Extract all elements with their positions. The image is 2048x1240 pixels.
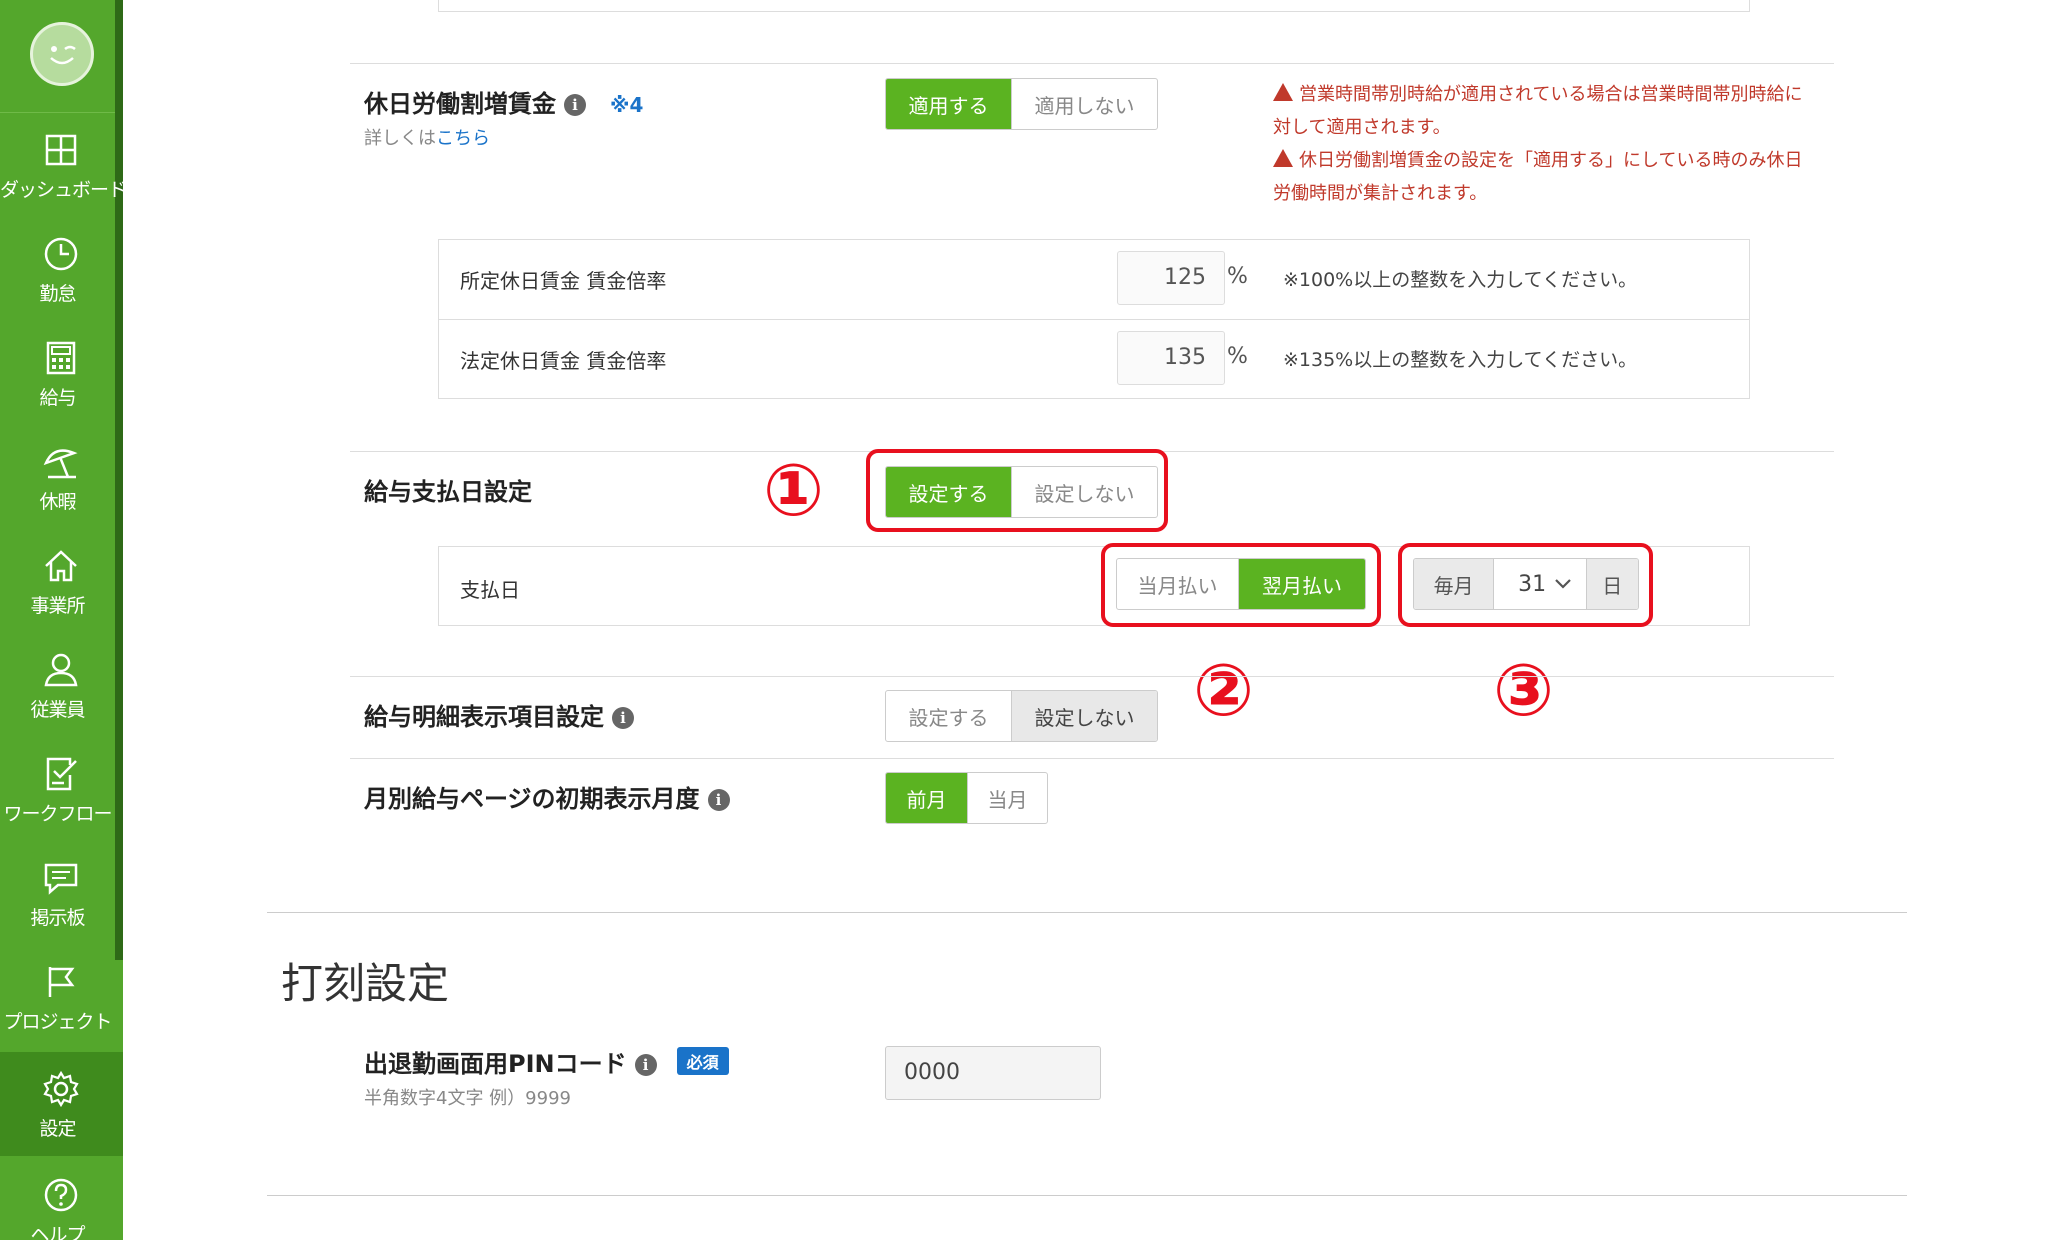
every-month-addon: 毎月 — [1414, 559, 1494, 609]
section-divider — [267, 1195, 1907, 1196]
calculator-icon — [46, 341, 76, 375]
sidebar-item-label: 勤怠 — [39, 283, 76, 305]
sidebar-item-attendance[interactable]: 勤怠 — [0, 217, 115, 321]
payment-timing-toggle: 当月払い 翌月払い — [1116, 558, 1366, 610]
warning-1: 営業時間帯別時給が適用されている場合は営業時間帯別時給に対して適用されます。 — [1273, 83, 1803, 138]
next-month-payment-button[interactable]: 翌月払い — [1238, 559, 1365, 609]
home-icon — [45, 550, 77, 582]
main-content: 休日労働割増賃金 i ※4 詳しくはこちら 適用する 適用しない 営業時間帯別時給が… — [123, 0, 2048, 1240]
warning-2: 休日労働割増賃金の設定を「適用する」にしている時のみ休日労働時間が集計されます。 — [1273, 149, 1803, 204]
legal-holiday-rate-hint: ※135%以上の整数を入力してください。 — [1283, 349, 1638, 371]
percent-unit: % — [1227, 344, 1248, 369]
not-set-button[interactable]: 設定しない — [1011, 691, 1157, 741]
sidebar-item-label: 事業所 — [30, 595, 85, 617]
wage-rate-box — [438, 239, 1750, 399]
sidebar: ダッシュボード 勤怠 給与 休暇 事業所 従業員 ワークフロー 掲示板 プロジェ… — [0, 0, 127, 1240]
annotation-marker-2: ② — [1193, 648, 1254, 732]
detail-text: 詳しくはこちら — [364, 128, 490, 149]
checklist-icon — [46, 757, 77, 791]
sidebar-item-label: 給与 — [39, 387, 76, 409]
payslip-title: 給与明細表示項目設定 i — [364, 697, 634, 732]
scheduled-holiday-rate-hint: ※100%以上の整数を入力してください。 — [1283, 269, 1638, 291]
section-divider — [267, 912, 1907, 913]
sidebar-item-workflow[interactable]: ワークフロー — [0, 737, 115, 841]
current-month-button[interactable]: 当月 — [966, 773, 1047, 823]
message-icon — [44, 863, 78, 895]
legal-holiday-rate-input[interactable]: 135 — [1117, 331, 1225, 385]
warning-icon — [1273, 149, 1293, 167]
sidebar-item-label: 従業員 — [30, 699, 85, 721]
payday-day-group: 毎月 31 日 — [1413, 558, 1639, 610]
payday-row-label: 支払日 — [460, 578, 520, 602]
detail-link[interactable]: こちら — [436, 128, 490, 149]
percent-unit: % — [1227, 264, 1248, 289]
apply-button[interactable]: 適用する — [886, 79, 1012, 129]
info-icon[interactable]: i — [564, 94, 586, 116]
sidebar-item-project[interactable]: プロジェクト — [0, 945, 115, 1049]
divider — [350, 758, 1834, 759]
not-apply-button[interactable]: 適用しない — [1011, 79, 1157, 129]
beach-umbrella-icon — [43, 449, 78, 479]
chevron-down-icon — [1554, 579, 1571, 589]
gear-icon — [43, 1070, 79, 1108]
pin-title: 出退勤画面用PINコード i 必須 — [364, 1044, 729, 1079]
flag-icon — [48, 967, 75, 997]
scheduled-holiday-rate-input[interactable]: 125 — [1117, 251, 1225, 305]
sidebar-item-help[interactable]: ヘルプ — [0, 1158, 115, 1240]
note-link[interactable]: ※4 — [610, 93, 643, 117]
set-button[interactable]: 設定する — [886, 691, 1011, 741]
payday-toggle: 設定する 設定しない — [885, 466, 1158, 518]
not-set-button[interactable]: 設定しない — [1011, 467, 1157, 517]
pin-hint: 半角数字4文字 例）9999 — [364, 1088, 571, 1109]
warning-icon — [1273, 83, 1293, 101]
sidebar-item-leave[interactable]: 休暇 — [0, 425, 115, 529]
sidebar-item-label: 設定 — [39, 1118, 76, 1140]
info-icon[interactable]: i — [707, 789, 730, 811]
sidebar-item-settings[interactable]: 設定 — [0, 1052, 123, 1156]
previous-subbox — [438, 0, 1750, 12]
day-addon: 日 — [1586, 559, 1638, 609]
payday-title: 給与支払日設定 — [364, 478, 532, 506]
info-icon[interactable]: i — [612, 707, 634, 729]
sidebar-item-label: 休暇 — [39, 491, 76, 513]
user-icon — [44, 653, 78, 687]
sidebar-item-payroll[interactable]: 給与 — [0, 321, 115, 425]
payday-day-select[interactable]: 31 — [1493, 559, 1587, 609]
monthly-page-toggle: 前月 当月 — [885, 772, 1048, 824]
sidebar-item-label: プロジェクト — [3, 1011, 112, 1033]
sidebar-item-bulletin[interactable]: 掲示板 — [0, 841, 115, 945]
sidebar-item-label: 掲示板 — [30, 907, 85, 929]
help-icon — [44, 1178, 78, 1212]
monthly-page-title: 月別給与ページの初期表示月度 i — [364, 779, 730, 814]
stamp-section-title: 打刻設定 — [281, 959, 450, 1008]
legal-holiday-rate-label: 法定休日賃金 賃金倍率 — [460, 349, 667, 373]
divider — [350, 63, 1834, 64]
annotation-marker-3: ③ — [1493, 648, 1554, 732]
annotation-marker-1: ① — [763, 448, 824, 532]
required-badge: 必須 — [676, 1047, 729, 1075]
holiday-wage-title: 休日労働割増賃金 i ※4 — [364, 90, 644, 118]
set-button[interactable]: 設定する — [886, 467, 1012, 517]
sidebar-item-label: ダッシュボード — [0, 179, 127, 201]
sidebar-item-dashboard[interactable]: ダッシュボード — [0, 113, 127, 217]
previous-month-button[interactable]: 前月 — [886, 773, 967, 823]
sidebar-item-label: ヘルプ — [30, 1224, 85, 1240]
pin-input[interactable]: 0000 — [885, 1046, 1101, 1100]
dashboard-icon — [45, 134, 77, 166]
divider — [350, 676, 1834, 677]
sidebar-item-office[interactable]: 事業所 — [0, 529, 115, 633]
smile-logo-icon — [50, 45, 76, 65]
holiday-wage-toggle: 適用する 適用しない — [885, 78, 1158, 130]
scheduled-holiday-rate-label: 所定休日賃金 賃金倍率 — [460, 269, 667, 293]
sidebar-item-label: ワークフロー — [3, 803, 112, 825]
sidebar-scrollbar[interactable] — [115, 0, 123, 960]
payslip-toggle: 設定する 設定しない — [885, 690, 1158, 742]
info-icon[interactable]: i — [634, 1054, 657, 1076]
this-month-payment-button[interactable]: 当月払い — [1117, 559, 1238, 609]
clock-icon — [44, 237, 78, 271]
app-logo[interactable] — [30, 22, 94, 86]
sidebar-item-employees[interactable]: 従業員 — [0, 633, 115, 737]
